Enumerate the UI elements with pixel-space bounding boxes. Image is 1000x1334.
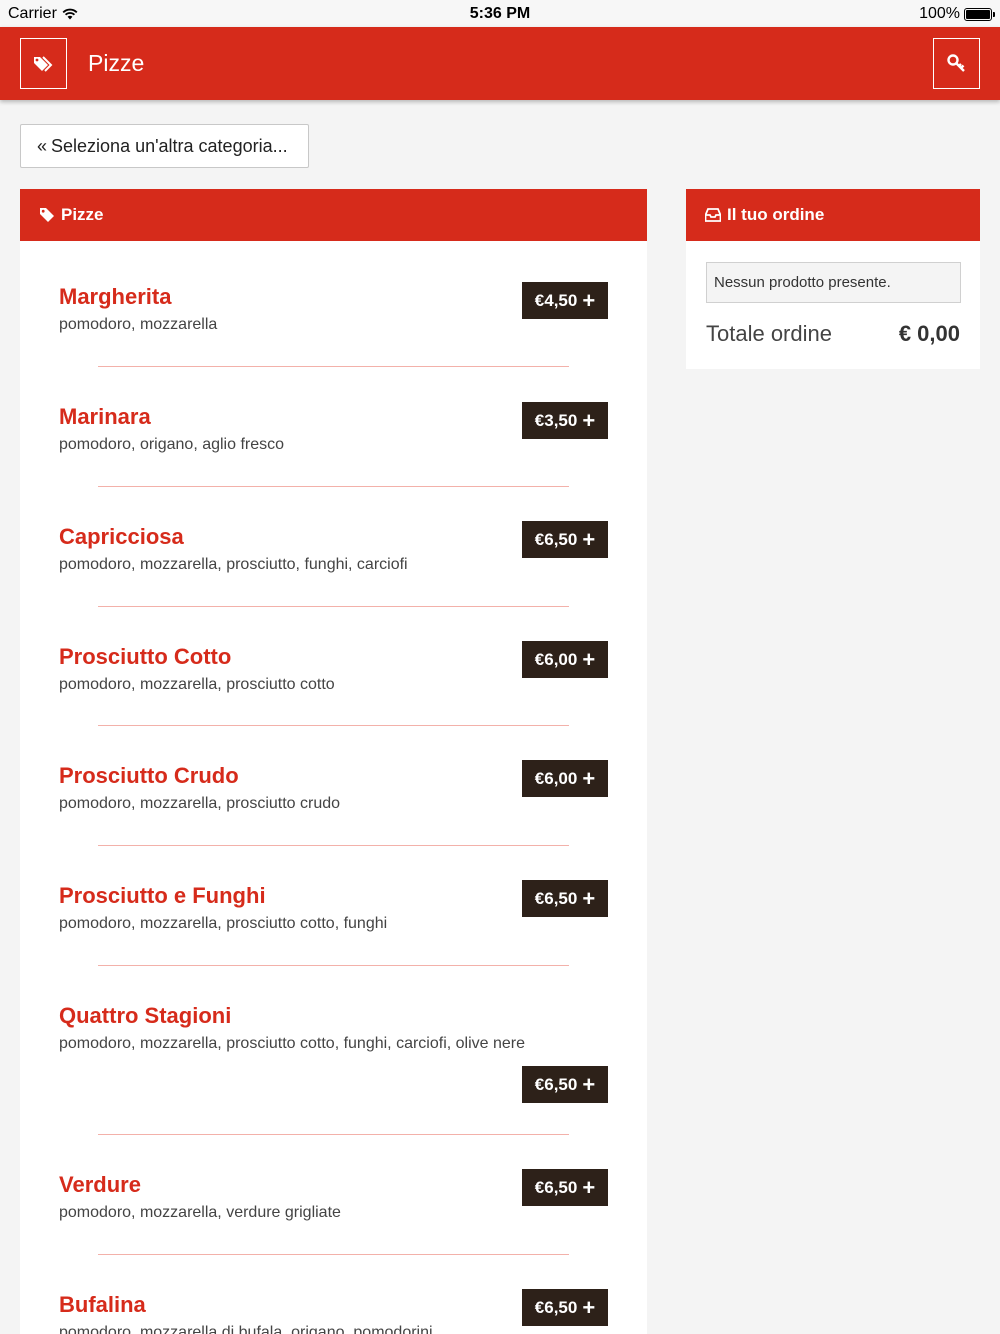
plus-icon: + xyxy=(582,287,596,313)
item-divider xyxy=(98,725,569,726)
menu-item-description: pomodoro, mozzarella, prosciutto cotto, … xyxy=(59,1035,526,1052)
menu-item-description: pomodoro, mozzarella, prosciutto cotto xyxy=(59,676,335,693)
item-divider xyxy=(98,486,569,487)
item-divider xyxy=(98,366,569,367)
change-category-label: Seleziona un'altra categoria... xyxy=(51,135,288,156)
menu-item-description: pomodoro, mozzarella xyxy=(59,316,218,333)
double-chevron-left-icon: « xyxy=(37,135,48,156)
order-total-value: € 0,00 xyxy=(898,321,960,346)
battery-indicator: 100% xyxy=(919,5,995,23)
order-panel-header: Il tuo ordine xyxy=(686,189,980,241)
item-divider xyxy=(98,606,569,607)
menu-item-price: €6,50 xyxy=(534,1177,578,1197)
menu-panel-header: Pizze xyxy=(20,189,647,241)
empty-order-message: Nessun prodotto presente. xyxy=(706,262,961,303)
plus-icon: + xyxy=(582,1174,596,1200)
menu-panel-title: Pizze xyxy=(61,205,104,224)
plus-icon: + xyxy=(582,885,596,911)
key-icon xyxy=(946,53,965,72)
menu-item-price: €4,50 xyxy=(534,290,578,310)
add-to-order-button[interactable]: €6,50 + xyxy=(522,1066,608,1103)
tags-icon xyxy=(33,55,52,72)
menu-item-price: €6,00 xyxy=(534,768,578,788)
item-divider xyxy=(98,1254,569,1255)
order-total-label: Totale ordine xyxy=(706,321,832,346)
menu-item-description: pomodoro, mozzarella, prosciutto, funghi… xyxy=(59,556,408,573)
add-to-order-button[interactable]: €6,50 + xyxy=(522,880,608,917)
menu-item-name: Margherita xyxy=(59,284,172,309)
tag-icon xyxy=(40,208,54,222)
menu-item-name: Prosciutto Crudo xyxy=(59,763,239,788)
add-to-order-button[interactable]: €3,50 + xyxy=(522,402,608,439)
add-to-order-button[interactable]: €6,50 + xyxy=(522,1289,608,1326)
plus-icon: + xyxy=(582,765,596,791)
status-bar: Carrier 5:36 PM 100% xyxy=(0,0,1000,27)
menu-item-name: Prosciutto e Funghi xyxy=(59,883,266,908)
plus-icon: + xyxy=(582,1071,596,1097)
clock: 5:36 PM xyxy=(469,5,531,22)
item-divider xyxy=(98,1134,569,1135)
battery-icon xyxy=(964,7,995,21)
order-panel: Nessun prodotto presente. Totale ordine … xyxy=(686,241,980,369)
item-divider xyxy=(98,965,569,966)
plus-icon: + xyxy=(582,407,596,433)
menu-item-description: pomodoro, mozzarella, verdure grigliate xyxy=(59,1204,341,1221)
menu-item-name: Marinara xyxy=(59,404,151,429)
plus-icon: + xyxy=(582,526,596,552)
plus-icon: + xyxy=(582,1294,596,1320)
menu-item-name: Capricciosa xyxy=(59,524,184,549)
add-to-order-button[interactable]: €6,50 + xyxy=(522,521,608,558)
inbox-icon xyxy=(705,208,721,222)
menu-item-price: €3,50 xyxy=(534,410,578,430)
menu-item-price: €6,50 xyxy=(534,1074,578,1094)
menu-item-name: Quattro Stagioni xyxy=(59,1003,232,1028)
order-panel-title: Il tuo ordine xyxy=(727,205,825,224)
menu-item-price: €6,00 xyxy=(534,649,578,669)
change-category-button[interactable]: « Seleziona un'altra categoria... xyxy=(20,124,309,168)
menu-item-description: pomodoro, mozzarella di bufala, origano,… xyxy=(59,1324,433,1334)
top-navbar: Pizze xyxy=(0,27,1000,100)
login-button[interactable] xyxy=(933,38,980,89)
menu-item-name: Verdure xyxy=(59,1172,141,1197)
menu-item-name: Prosciutto Cotto xyxy=(59,644,232,669)
page-title: Pizze xyxy=(88,50,145,76)
add-to-order-button[interactable]: €6,00 + xyxy=(522,641,608,678)
menu-item-description: pomodoro, origano, aglio fresco xyxy=(59,436,285,453)
add-to-order-button[interactable]: €6,00 + xyxy=(522,760,608,797)
menu-list: Margherita pomodoro, mozzarella €4,50 + Mari… xyxy=(20,241,647,1334)
categories-button[interactable] xyxy=(20,38,67,89)
menu-item-description: pomodoro, mozzarella, prosciutto crudo xyxy=(59,795,341,812)
add-to-order-button[interactable]: €4,50 + xyxy=(522,282,608,319)
add-to-order-button[interactable]: €6,50 + xyxy=(522,1169,608,1206)
menu-item-description: pomodoro, mozzarella, prosciutto cotto, … xyxy=(59,915,388,932)
menu-item-price: €6,50 xyxy=(534,1297,578,1317)
battery-percent: 100% xyxy=(919,5,960,22)
menu-item-price: €6,50 xyxy=(534,888,578,908)
menu-item-price: €6,50 xyxy=(534,529,578,549)
plus-icon: + xyxy=(582,646,596,672)
menu-item-name: Bufalina xyxy=(59,1292,146,1317)
item-divider xyxy=(98,845,569,846)
